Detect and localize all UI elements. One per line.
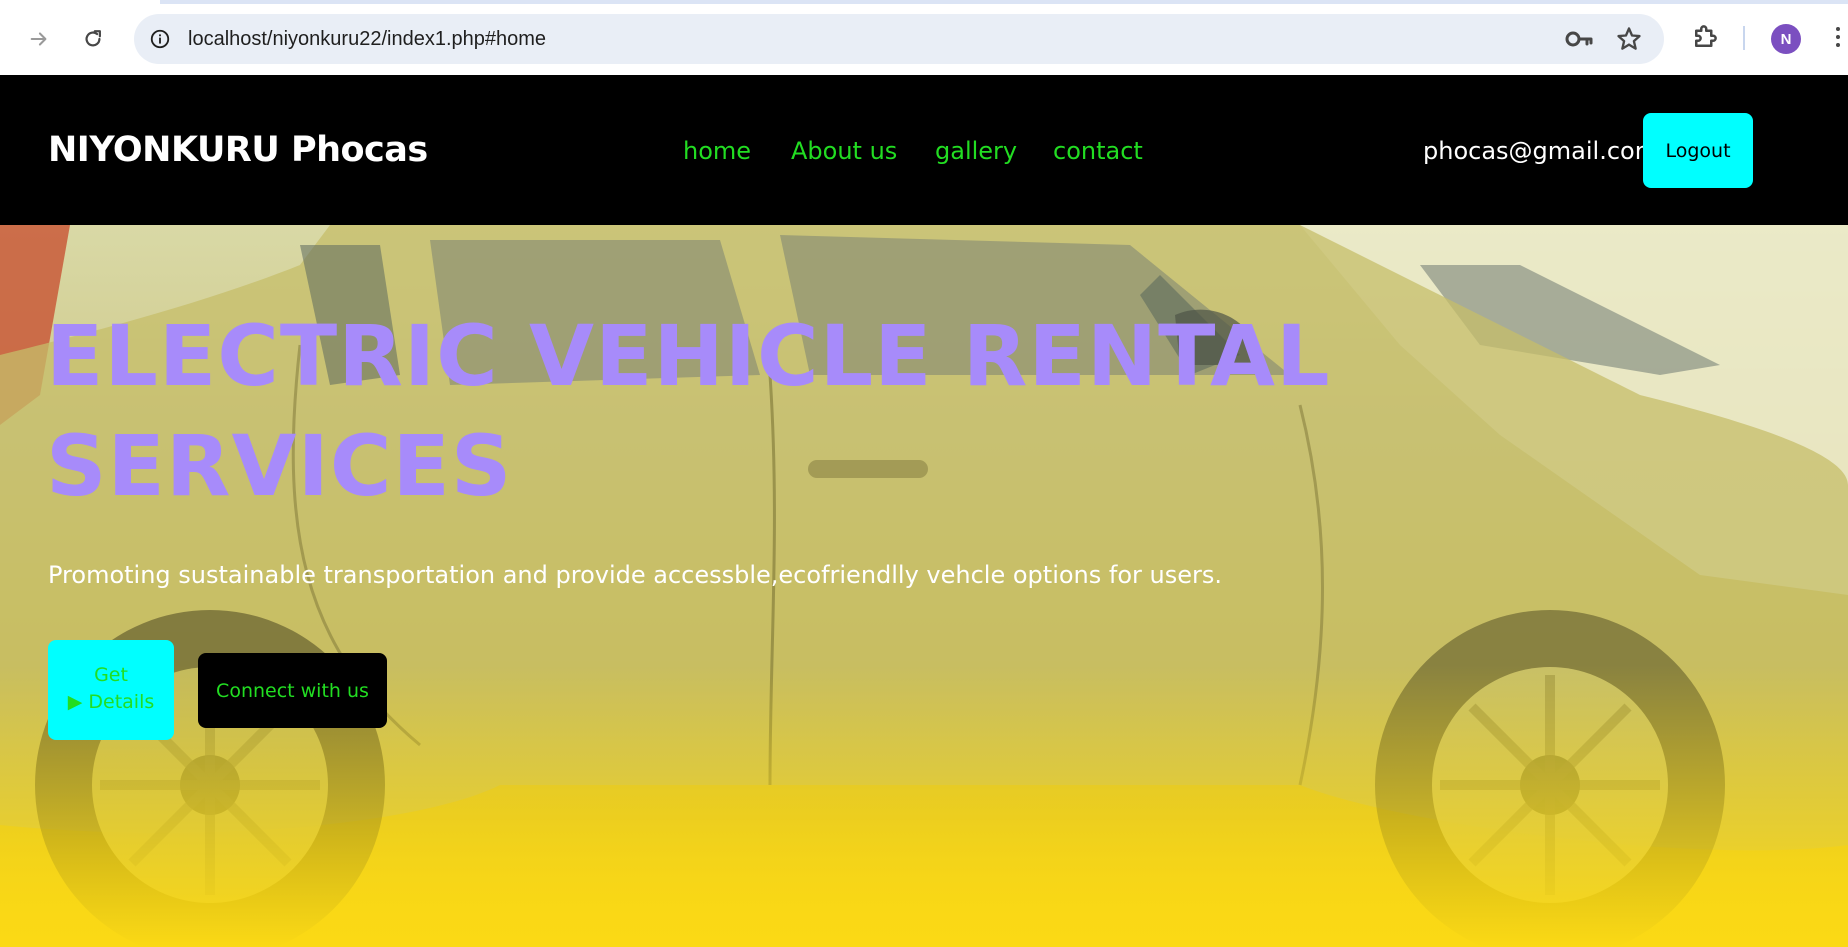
nav-link-gallery[interactable]: gallery (935, 137, 1017, 165)
address-bar[interactable]: localhost/niyonkuru22/index1.php#home (134, 14, 1664, 64)
get-details-label-line-1: Get (94, 664, 128, 686)
key-icon[interactable] (1564, 25, 1594, 53)
url-text[interactable]: localhost/niyonkuru22/index1.php#home (188, 14, 546, 64)
connect-with-us-button[interactable]: Connect with us (198, 653, 387, 728)
hero-title: ELECTRIC VEHICLE RENTAL SERVICES (46, 301, 1346, 521)
profile-avatar[interactable]: N (1771, 24, 1801, 54)
logout-button[interactable]: Logout (1643, 113, 1753, 188)
forward-button[interactable] (20, 20, 58, 58)
user-email: phocas@gmail.com (1423, 137, 1659, 165)
bookmark-star-icon[interactable] (1615, 25, 1643, 53)
hero-title-line-2: SERVICES (46, 417, 513, 515)
hero-subtitle: Promoting sustainable transportation and… (48, 561, 1222, 589)
get-details-button[interactable]: Get ▶ Details (48, 640, 174, 740)
reload-button[interactable] (74, 20, 112, 58)
hero-section: ELECTRIC VEHICLE RENTAL SERVICES Promoti… (0, 225, 1848, 947)
reload-icon (85, 30, 101, 47)
site-info-icon[interactable] (144, 23, 176, 55)
browser-menu-icon[interactable] (1833, 24, 1843, 54)
nav-link-about-us[interactable]: About us (791, 137, 897, 165)
tab-strip-edge (160, 0, 1848, 4)
site-brand[interactable]: NIYONKURU Phocas (48, 130, 428, 170)
nav-link-home[interactable]: home (683, 137, 751, 165)
site-header: NIYONKURU Phocas home About us gallery c… (0, 75, 1848, 225)
browser-toolbar: localhost/niyonkuru22/index1.php#home N (0, 0, 1848, 75)
hero-title-line-1: ELECTRIC VEHICLE RENTAL (46, 307, 1331, 405)
nav-link-contact[interactable]: contact (1053, 137, 1143, 165)
arrow-right-icon (30, 32, 47, 46)
toolbar-divider (1743, 26, 1745, 50)
extensions-puzzle-icon[interactable] (1690, 22, 1720, 52)
get-details-label-line-2: ▶ Details (67, 691, 155, 713)
